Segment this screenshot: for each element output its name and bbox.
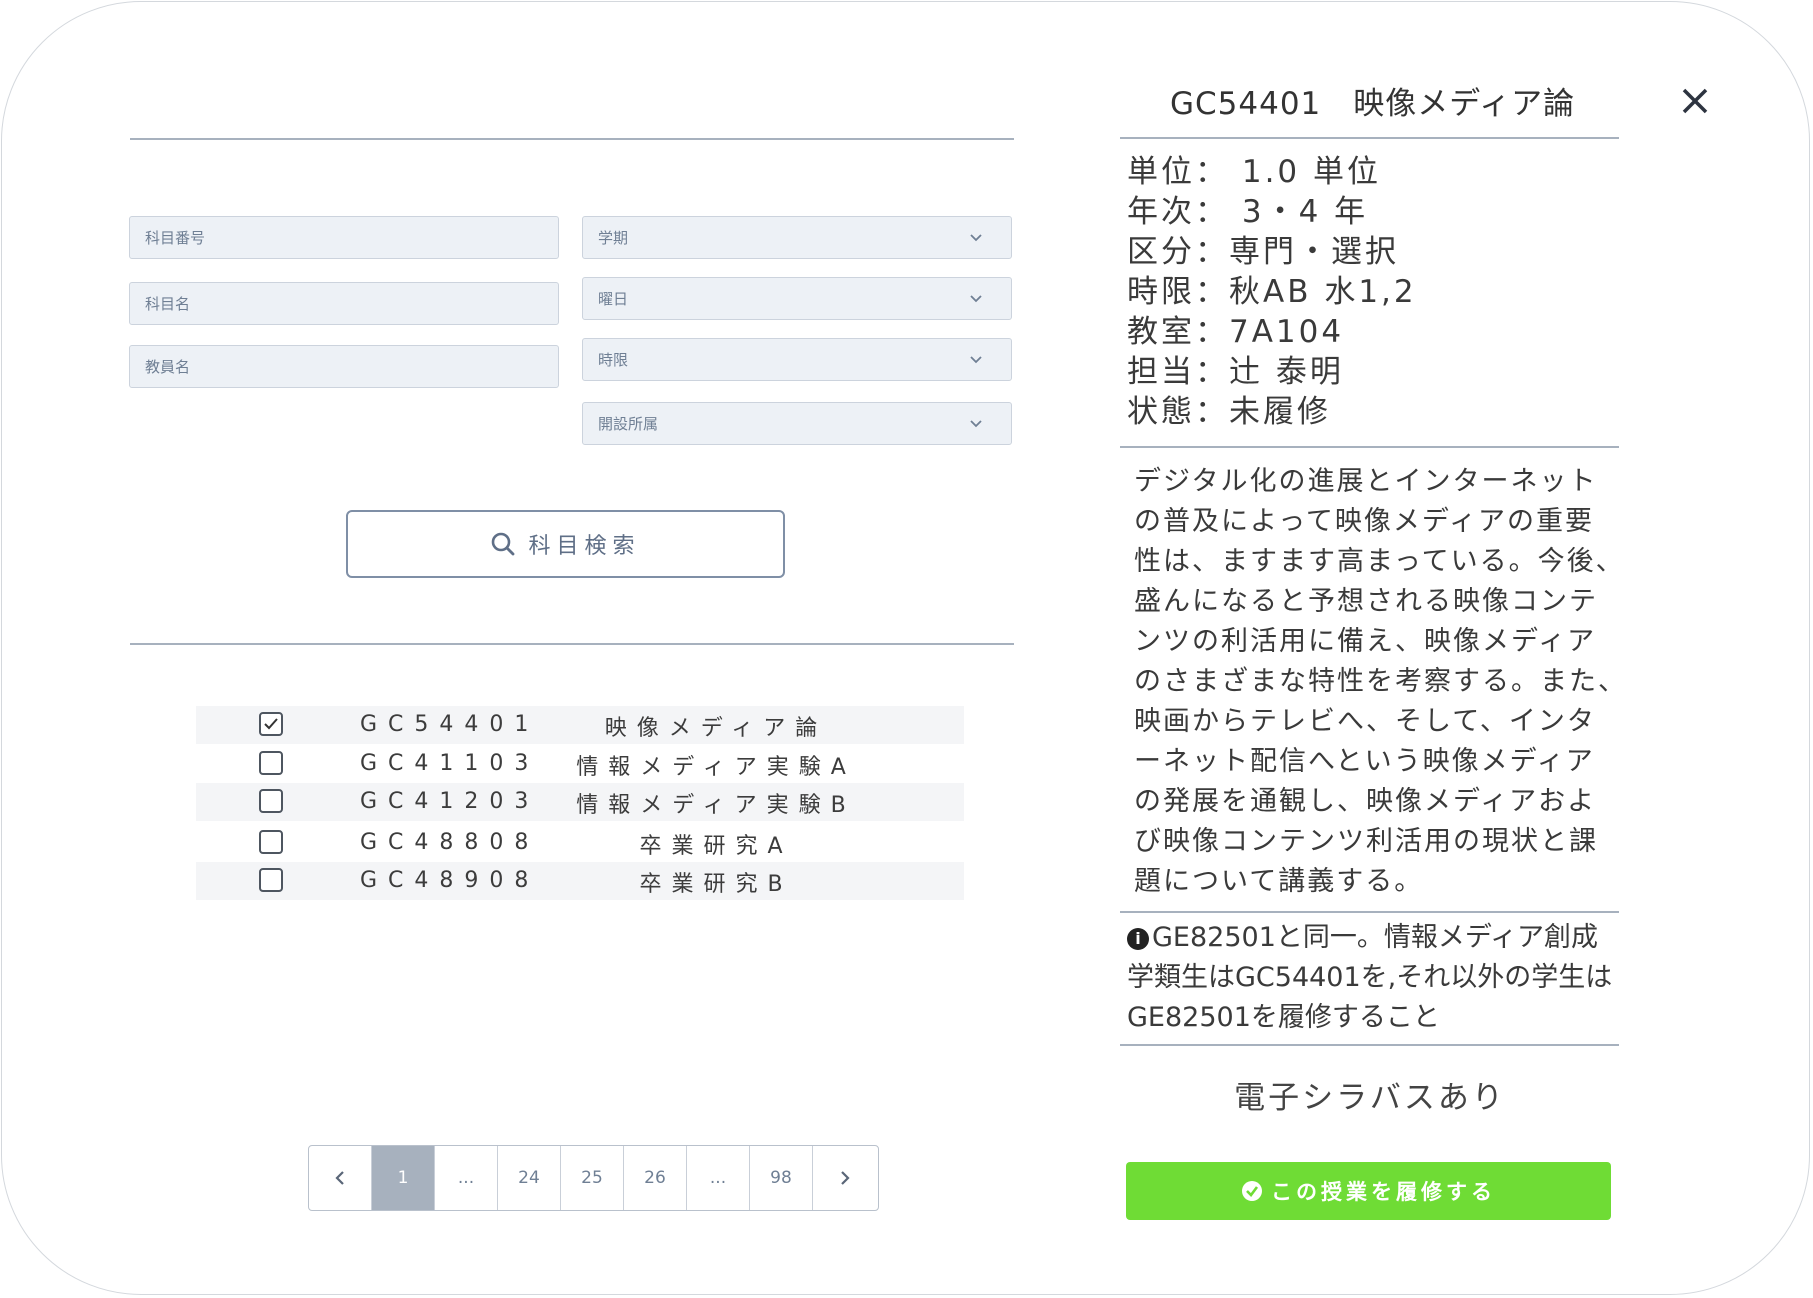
course-code: GC48908 — [360, 868, 540, 893]
description-line: び映像コンテンツ利活用の現状と課 — [1134, 826, 1598, 857]
course-checkbox[interactable] — [259, 830, 283, 854]
course-name: 卒業研究B — [639, 872, 793, 897]
close-icon[interactable] — [1678, 84, 1712, 118]
check-circle-icon — [1242, 1181, 1262, 1201]
search-button[interactable]: 科目検索 — [346, 510, 785, 578]
page-button-1[interactable]: 1 — [372, 1146, 435, 1210]
next-page-button[interactable] — [813, 1146, 876, 1210]
description-line: デジタル化の進展とインターネット — [1134, 466, 1598, 497]
description-line: の普及によって映像メディアの重要 — [1134, 506, 1594, 537]
course-name-input[interactable]: 科目名 — [129, 282, 559, 325]
chevron-right-icon — [840, 1171, 850, 1185]
table-row[interactable]: GC41203 情報メディア実験B — [196, 783, 964, 821]
description-line: ンツの利活用に備え、映像メディア — [1134, 626, 1597, 657]
department-select[interactable]: 開設所属 — [582, 402, 1012, 445]
department-select-label: 開設所属 — [598, 415, 659, 433]
chevron-left-icon — [335, 1171, 344, 1185]
chevron-down-icon — [970, 234, 982, 242]
course-info: 単位： 1.0 単位 年次： 3・4 年 区分：専門・選択 時限：秋AB 水1,… — [1127, 152, 1417, 432]
course-checkbox[interactable] — [259, 789, 283, 813]
note-line: 学類生はGC54401を,それ以外の学生は — [1127, 962, 1613, 993]
classroom: 教室：7A104 — [1127, 314, 1345, 350]
course-number-placeholder: 科目番号 — [145, 229, 206, 247]
enroll-button[interactable]: この授業を履修する — [1126, 1162, 1611, 1220]
page-button-25[interactable]: 25 — [561, 1146, 624, 1210]
note-line: GE82501を履修すること — [1127, 1002, 1440, 1033]
credits: 単位： 1.0 単位 — [1127, 154, 1382, 190]
chevron-down-icon — [970, 356, 982, 364]
detail-divider-1 — [1120, 137, 1619, 139]
pagination: 1 ... 24 25 26 ... 98 — [308, 1145, 879, 1211]
checkmark-icon — [264, 718, 278, 730]
period-select[interactable]: 時限 — [582, 338, 1012, 381]
instructor-input[interactable]: 教員名 — [129, 345, 559, 388]
year-level: 年次： 3・4 年 — [1127, 194, 1369, 230]
instructor: 担当：辻 泰明 — [1127, 354, 1344, 390]
period-select-label: 時限 — [598, 351, 629, 369]
course-code: GC48808 — [360, 830, 540, 855]
term-select-label: 学期 — [598, 229, 629, 247]
page-button-24[interactable]: 24 — [498, 1146, 561, 1210]
page-ellipsis: ... — [687, 1146, 750, 1210]
description-line: 映画からテレビへ、そして、インタ — [1134, 706, 1596, 737]
course-name-placeholder: 科目名 — [145, 295, 191, 313]
page-ellipsis: ... — [435, 1146, 498, 1210]
table-row[interactable]: GC54401 映像メディア論 — [196, 706, 964, 744]
course-description: デジタル化の進展とインターネット の普及によって映像メディアの重要 性は、ますま… — [1134, 462, 1627, 902]
schedule: 時限：秋AB 水1,2 — [1127, 274, 1417, 310]
description-line: 盛んになると予想される映像コンテ — [1134, 586, 1598, 617]
instructor-placeholder: 教員名 — [145, 358, 191, 376]
course-name: 情報メディア実験A — [576, 755, 856, 780]
table-row[interactable]: GC41103 情報メディア実験A — [196, 745, 964, 783]
page-button-26[interactable]: 26 — [624, 1146, 687, 1210]
page-button-98[interactable]: 98 — [750, 1146, 813, 1210]
enroll-button-label: この授業を履修する — [1271, 1180, 1496, 1204]
note-line: GE82501と同一。情報メディア創成 — [1152, 922, 1598, 953]
description-line: のさまざまな特性を考察する。また、 — [1134, 666, 1627, 697]
day-select[interactable]: 曜日 — [582, 277, 1012, 320]
search-icon — [492, 532, 515, 556]
description-line: ーネット配信へという映像メディア — [1134, 746, 1595, 777]
detail-title: GC54401 映像メディア論 — [1170, 86, 1576, 122]
divider-top — [130, 138, 1014, 140]
course-code: GC41103 — [360, 751, 540, 776]
table-row[interactable]: GC48808 卒業研究A — [196, 824, 964, 862]
course-code: GC54401 — [360, 712, 540, 737]
table-row[interactable]: GC48908 卒業研究B — [196, 862, 964, 900]
description-line: 性は、ますます高まっている。今後、 — [1134, 546, 1625, 577]
info-icon: i — [1127, 928, 1149, 950]
day-select-label: 曜日 — [598, 290, 629, 308]
course-checkbox[interactable] — [259, 751, 283, 775]
detail-divider-4 — [1120, 1044, 1619, 1046]
course-checkbox[interactable] — [259, 712, 283, 736]
chevron-down-icon — [970, 420, 982, 428]
status: 状態：未履修 — [1127, 394, 1331, 430]
e-syllabus-link[interactable]: 電子シラバスあり — [1120, 1072, 1620, 1117]
course-name: 卒業研究A — [639, 834, 793, 859]
course-number-input[interactable]: 科目番号 — [129, 216, 559, 259]
chevron-down-icon — [970, 295, 982, 303]
course-name: 映像メディア論 — [604, 716, 828, 741]
course-name: 情報メディア実験B — [576, 793, 856, 818]
term-select[interactable]: 学期 — [582, 216, 1012, 259]
description-line: の発展を通観し、映像メディアおよ — [1134, 786, 1597, 817]
detail-divider-2 — [1120, 446, 1619, 448]
prev-page-button[interactable] — [309, 1146, 372, 1210]
category: 区分：専門・選択 — [1127, 234, 1399, 270]
course-checkbox[interactable] — [259, 868, 283, 892]
description-line: 題について講義する。 — [1134, 866, 1424, 897]
course-code: GC41203 — [360, 789, 540, 814]
detail-divider-3 — [1120, 911, 1619, 913]
search-button-label: 科目検索 — [528, 534, 641, 559]
divider-middle — [130, 643, 1014, 645]
course-note: i GE82501と同一。情報メディア創成 学類生はGC54401を,それ以外の学… — [1127, 918, 1627, 1038]
